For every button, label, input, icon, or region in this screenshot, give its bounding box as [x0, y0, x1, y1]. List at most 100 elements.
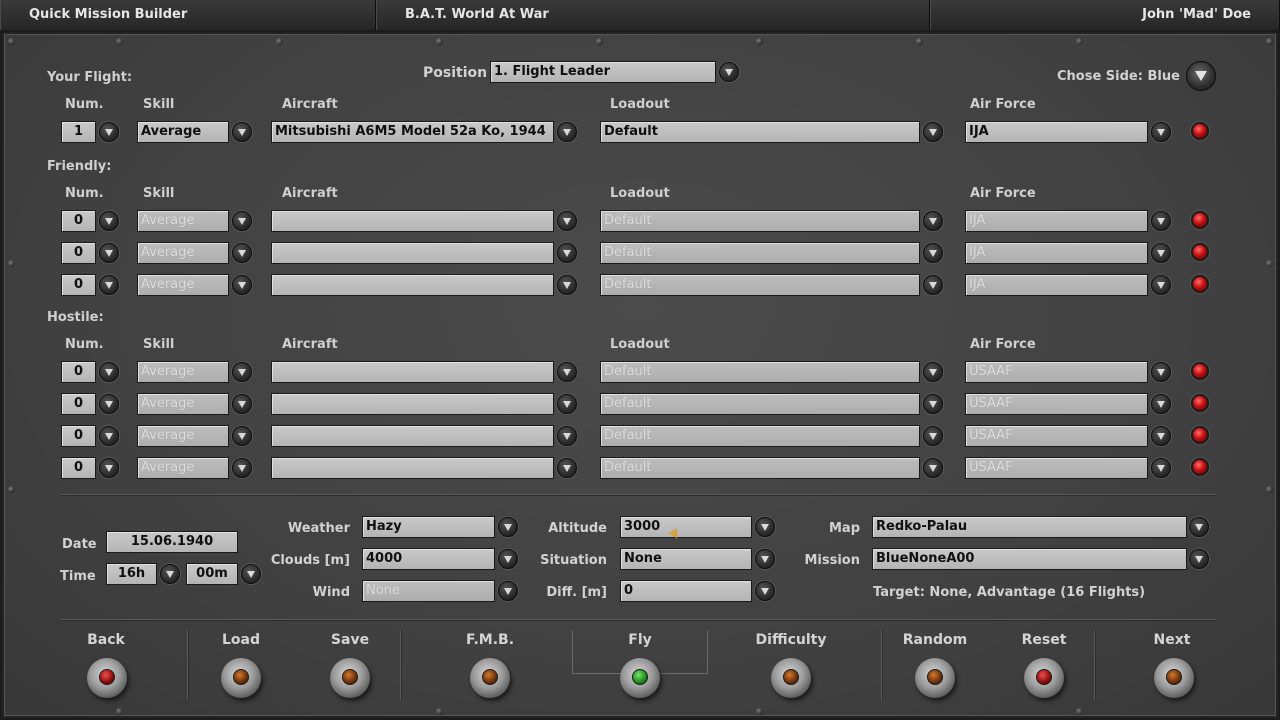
loadout-field[interactable]: Default: [600, 274, 920, 296]
aircraft-dropdown-icon[interactable]: [557, 458, 577, 478]
aircraft-field[interactable]: [271, 210, 554, 232]
position-dropdown-icon[interactable]: [719, 62, 739, 82]
skill-field[interactable]: Average: [137, 210, 229, 232]
skill-field[interactable]: Average: [137, 361, 229, 383]
air-force-field[interactable]: USAAF: [965, 425, 1148, 447]
flight-status-led[interactable]: [1191, 458, 1209, 476]
flight-status-led[interactable]: [1191, 122, 1209, 140]
loadout-dropdown-icon[interactable]: [923, 458, 943, 478]
skill-dropdown-icon[interactable]: [232, 426, 252, 446]
air-force-dropdown-icon[interactable]: [1151, 394, 1171, 414]
skill-dropdown-icon[interactable]: [232, 394, 252, 414]
flight-status-led[interactable]: [1191, 211, 1209, 229]
air-force-field[interactable]: IJA: [965, 210, 1148, 232]
num-dropdown-icon[interactable]: [99, 394, 119, 414]
num-field[interactable]: 1: [61, 121, 96, 143]
aircraft-dropdown-icon[interactable]: [557, 243, 577, 263]
aircraft-dropdown-icon[interactable]: [557, 426, 577, 446]
position-field[interactable]: 1. Flight Leader: [490, 61, 716, 83]
flight-status-led[interactable]: [1191, 243, 1209, 261]
num-field[interactable]: 0: [61, 274, 96, 296]
loadout-field[interactable]: Default: [600, 242, 920, 264]
loadout-field[interactable]: Default: [600, 361, 920, 383]
air-force-dropdown-icon[interactable]: [1151, 211, 1171, 231]
hour-dropdown-icon[interactable]: [160, 564, 180, 584]
situation-dropdown-icon[interactable]: [755, 549, 775, 569]
aircraft-dropdown-icon[interactable]: [557, 275, 577, 295]
weather-field[interactable]: Hazy: [362, 516, 495, 538]
aircraft-field[interactable]: [271, 361, 554, 383]
aircraft-field[interactable]: Mitsubishi A6M5 Model 52a Ko, 1944: [271, 121, 554, 143]
random-button[interactable]: [915, 658, 955, 698]
fmb-button[interactable]: [470, 658, 510, 698]
difficulty-altitude-dropdown-icon[interactable]: [755, 581, 775, 601]
num-field[interactable]: 0: [61, 361, 96, 383]
aircraft-field[interactable]: [271, 274, 554, 296]
num-dropdown-icon[interactable]: [99, 275, 119, 295]
loadout-field[interactable]: Default: [600, 457, 920, 479]
weather-dropdown-icon[interactable]: [498, 517, 518, 537]
skill-field[interactable]: Average: [137, 457, 229, 479]
num-field[interactable]: 0: [61, 210, 96, 232]
back-button[interactable]: [87, 658, 127, 698]
flight-status-led[interactable]: [1191, 362, 1209, 380]
num-dropdown-icon[interactable]: [99, 362, 119, 382]
wind-field[interactable]: None: [362, 580, 495, 602]
skill-field[interactable]: Average: [137, 242, 229, 264]
skill-field[interactable]: Average: [137, 274, 229, 296]
altitude-field[interactable]: 3000: [620, 516, 752, 538]
date-field[interactable]: 15.06.1940: [106, 531, 238, 553]
air-force-dropdown-icon[interactable]: [1151, 122, 1171, 142]
loadout-dropdown-icon[interactable]: [923, 275, 943, 295]
air-force-dropdown-icon[interactable]: [1151, 458, 1171, 478]
aircraft-dropdown-icon[interactable]: [557, 362, 577, 382]
minute-field[interactable]: 00m: [186, 563, 238, 585]
clouds-field[interactable]: 4000: [362, 548, 495, 570]
reset-button[interactable]: [1024, 658, 1064, 698]
loadout-dropdown-icon[interactable]: [923, 362, 943, 382]
save-button[interactable]: [330, 658, 370, 698]
aircraft-dropdown-icon[interactable]: [557, 394, 577, 414]
skill-field[interactable]: Average: [137, 425, 229, 447]
air-force-field[interactable]: IJA: [965, 274, 1148, 296]
flight-status-led[interactable]: [1191, 394, 1209, 412]
skill-dropdown-icon[interactable]: [232, 122, 252, 142]
air-force-dropdown-icon[interactable]: [1151, 362, 1171, 382]
hour-field[interactable]: 16h: [106, 563, 157, 585]
air-force-dropdown-icon[interactable]: [1151, 275, 1171, 295]
map-field[interactable]: Redko-Palau: [872, 516, 1187, 538]
loadout-field[interactable]: Default: [600, 121, 920, 143]
difficulty-button[interactable]: [771, 658, 811, 698]
loadout-dropdown-icon[interactable]: [923, 426, 943, 446]
altitude-dropdown-icon[interactable]: [755, 517, 775, 537]
num-dropdown-icon[interactable]: [99, 426, 119, 446]
num-dropdown-icon[interactable]: [99, 211, 119, 231]
loadout-field[interactable]: Default: [600, 393, 920, 415]
air-force-field[interactable]: IJA: [965, 121, 1148, 143]
num-field[interactable]: 0: [61, 242, 96, 264]
skill-field[interactable]: Average: [137, 121, 229, 143]
load-button[interactable]: [221, 658, 261, 698]
skill-dropdown-icon[interactable]: [232, 458, 252, 478]
loadout-dropdown-icon[interactable]: [923, 243, 943, 263]
mission-dropdown-icon[interactable]: [1189, 549, 1209, 569]
skill-dropdown-icon[interactable]: [232, 243, 252, 263]
loadout-dropdown-icon[interactable]: [923, 122, 943, 142]
skill-field[interactable]: Average: [137, 393, 229, 415]
air-force-dropdown-icon[interactable]: [1151, 426, 1171, 446]
loadout-dropdown-icon[interactable]: [923, 211, 943, 231]
loadout-field[interactable]: Default: [600, 210, 920, 232]
loadout-field[interactable]: Default: [600, 425, 920, 447]
side-select-button[interactable]: [1186, 61, 1216, 91]
aircraft-dropdown-icon[interactable]: [557, 122, 577, 142]
skill-dropdown-icon[interactable]: [232, 211, 252, 231]
aircraft-field[interactable]: [271, 242, 554, 264]
difficulty-altitude-field[interactable]: 0: [620, 580, 752, 602]
num-field[interactable]: 0: [61, 457, 96, 479]
flight-status-led[interactable]: [1191, 275, 1209, 293]
situation-field[interactable]: None: [620, 548, 752, 570]
fly-button[interactable]: [620, 658, 660, 698]
num-dropdown-icon[interactable]: [99, 122, 119, 142]
wind-dropdown-icon[interactable]: [498, 581, 518, 601]
air-force-field[interactable]: USAAF: [965, 393, 1148, 415]
